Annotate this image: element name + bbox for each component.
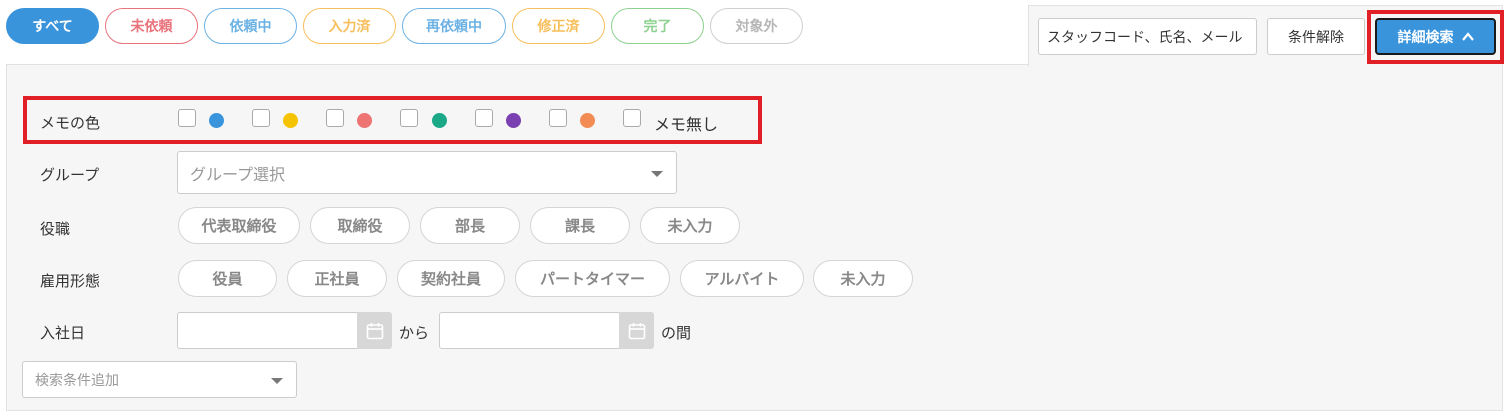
add-condition-placeholder: 検索条件追加 xyxy=(35,372,119,389)
employment-chip[interactable]: 役員 xyxy=(178,260,277,297)
calendar-icon[interactable] xyxy=(619,312,654,349)
employment-chip[interactable]: 契約社員 xyxy=(397,260,505,297)
memo-color-dot-yellow xyxy=(283,113,298,128)
calendar-icon[interactable] xyxy=(357,312,392,349)
position-chip[interactable]: 取締役 xyxy=(310,207,410,244)
memo-color-label: メモの色 xyxy=(40,114,101,132)
memo-none-checkbox[interactable] xyxy=(623,109,641,127)
hire-date-from-input[interactable] xyxy=(177,312,359,349)
highlight-advanced-search xyxy=(1367,10,1504,64)
hire-date-to-input[interactable] xyxy=(439,312,621,349)
status-filter-unrequested[interactable]: 未依頼 xyxy=(105,8,198,44)
position-chip[interactable]: 部長 xyxy=(420,207,520,244)
hire-date-between-text: の間 xyxy=(661,324,692,342)
position-label: 役職 xyxy=(40,220,71,238)
memo-color-dot-red xyxy=(357,113,372,128)
highlight-memo-color-row xyxy=(23,96,762,144)
status-filter-rerequesting[interactable]: 再依頼中 xyxy=(402,8,506,44)
memo-color-checkbox[interactable] xyxy=(475,109,493,127)
position-chip[interactable]: 課長 xyxy=(530,207,630,244)
status-filter-revised[interactable]: 修正済 xyxy=(512,8,605,44)
memo-color-dot-blue xyxy=(209,113,224,128)
employment-label: 雇用形態 xyxy=(40,272,101,290)
status-filter-entered[interactable]: 入力済 xyxy=(303,8,396,44)
status-filter-excluded[interactable]: 対象外 xyxy=(710,8,803,44)
group-label: グループ xyxy=(40,166,100,184)
employment-chip[interactable]: パートタイマー xyxy=(515,260,670,297)
group-select-placeholder: グループ選択 xyxy=(190,164,286,184)
status-filter-requesting[interactable]: 依頼中 xyxy=(204,8,297,44)
position-chip[interactable]: 未入力 xyxy=(640,207,740,244)
hire-date-from-text: から xyxy=(399,324,430,342)
employment-chip[interactable]: 正社員 xyxy=(287,260,387,297)
memo-color-checkbox[interactable] xyxy=(400,109,418,127)
memo-color-checkbox[interactable] xyxy=(252,109,270,127)
memo-color-dot-green xyxy=(432,113,447,128)
caret-down-icon xyxy=(271,378,283,384)
group-select[interactable]: グループ選択 xyxy=(177,151,677,194)
employment-chip[interactable]: アルバイト xyxy=(680,260,804,297)
hire-date-label: 入社日 xyxy=(40,324,86,342)
memo-none-label: メモ無し xyxy=(654,115,719,134)
memo-color-dot-purple xyxy=(506,113,521,128)
status-filter-completed[interactable]: 完了 xyxy=(611,8,704,44)
caret-down-icon xyxy=(651,171,663,177)
status-filter-all[interactable]: すべて xyxy=(6,8,99,44)
memo-color-checkbox[interactable] xyxy=(178,109,196,127)
add-condition-select[interactable]: 検索条件追加 xyxy=(22,361,297,398)
memo-color-checkbox[interactable] xyxy=(549,109,567,127)
employment-chip[interactable]: 未入力 xyxy=(813,260,913,297)
position-chip[interactable]: 代表取締役 xyxy=(178,207,300,244)
memo-color-checkbox[interactable] xyxy=(326,109,344,127)
memo-color-dot-orange xyxy=(580,113,595,128)
clear-conditions-button[interactable]: 条件解除 xyxy=(1267,18,1365,55)
search-input[interactable] xyxy=(1038,18,1257,55)
